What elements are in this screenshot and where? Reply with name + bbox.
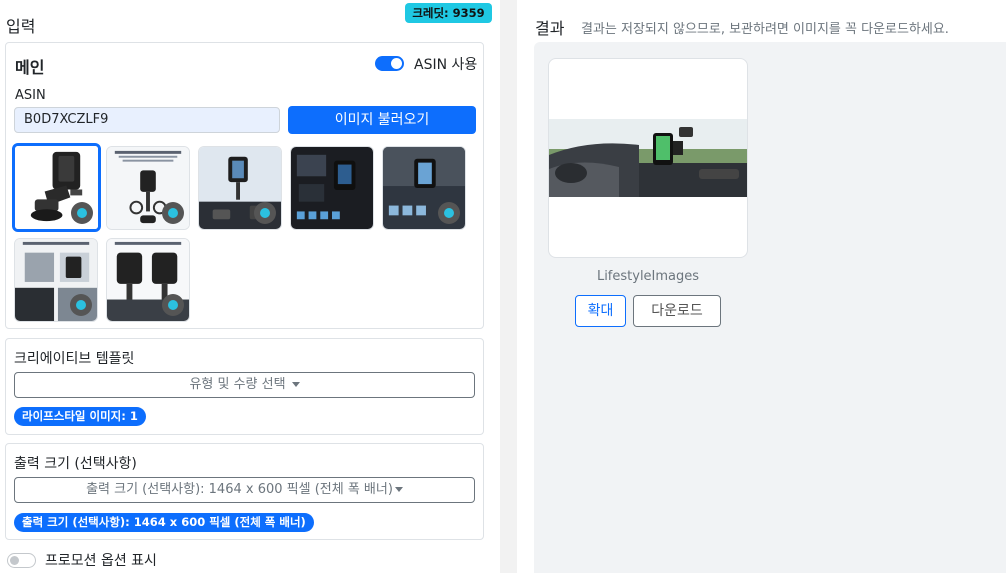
template-dropdown-label: 유형 및 수량 선택 [189, 377, 286, 392]
lifestyle-image-tag[interactable]: 라이프스타일 이미지: 1 [14, 407, 146, 426]
result-subtitle: 결과는 저장되지 않으므로, 보관하려면 이미지를 꼭 다운로드하세요. [581, 22, 949, 37]
promotion-toggle[interactable] [7, 553, 36, 568]
credit-badge: 크레딧: 9359 [405, 3, 492, 23]
main-card: 메인 ASIN 사용 ASIN B0D7XCZLF9 이미지 불러오기 [5, 42, 484, 329]
creative-template-card: 크리에이티브 템플릿 유형 및 수량 선택 라이프스타일 이미지: 1 [5, 338, 484, 435]
output-size-dropdown[interactable]: 출력 크기 (선택사항): 1464 x 600 픽셀 (전체 폭 배너) [14, 477, 475, 503]
thumbnail-product-stability[interactable] [14, 238, 98, 322]
asin-label: ASIN [15, 88, 46, 103]
template-type-dropdown[interactable]: 유형 및 수량 선택 [14, 372, 475, 398]
result-caption: LifestyleImages [596, 269, 700, 284]
zoom-button[interactable]: 확대 [575, 295, 626, 327]
output-size-dropdown-label: 출력 크기 (선택사항): 1464 x 600 픽셀 (전체 폭 배너) [86, 482, 393, 497]
asin-toggle[interactable] [375, 56, 404, 71]
result-title: 결과 [535, 19, 565, 38]
thumbnail-product-main[interactable] [12, 143, 101, 232]
thumbnail-image [291, 147, 373, 229]
output-size-tag[interactable]: 출력 크기 (선택사항): 1464 x 600 픽셀 (전체 폭 배너) [14, 513, 314, 532]
load-images-button[interactable]: 이미지 불러오기 [288, 106, 476, 134]
chevron-down-icon [394, 487, 403, 492]
main-title: 메인 [15, 58, 45, 77]
chevron-down-icon [291, 382, 300, 387]
result-panel: 결과 결과는 저장되지 않으므로, 보관하려면 이미지를 꼭 다운로드하세요. … [517, 0, 1006, 573]
input-title: 입력 [6, 17, 36, 36]
thumbnail-product-rain[interactable] [382, 146, 466, 230]
input-panel: 입력 크레딧: 9359 메인 ASIN 사용 ASIN B0D7XCZLF9 … [0, 0, 500, 573]
promotion-toggle-label: 프로모션 옵션 표시 [45, 553, 157, 569]
asin-toggle-label: ASIN 사용 [414, 57, 478, 73]
select-dot-icon [162, 202, 184, 224]
result-image-card[interactable] [548, 58, 748, 258]
select-dot-icon [70, 294, 92, 316]
result-area: LifestyleImages 확대 다운로드 [534, 42, 1006, 573]
select-dot-icon [162, 294, 184, 316]
output-size-title: 출력 크기 (선택사항) [14, 456, 137, 472]
download-button[interactable]: 다운로드 [633, 295, 721, 327]
select-dot-icon [438, 202, 460, 224]
select-dot-icon [71, 202, 93, 224]
thumbnail-product-dark-interior[interactable] [290, 146, 374, 230]
creative-template-title: 크리에이티브 템플릿 [14, 351, 135, 367]
thumbnail-product-dashboard[interactable] [198, 146, 282, 230]
asin-input[interactable]: B0D7XCZLF9 [14, 107, 280, 133]
thumbnail-product-features[interactable] [106, 146, 190, 230]
select-dot-icon [254, 202, 276, 224]
thumbnail-product-duo[interactable] [106, 238, 190, 322]
result-image [549, 119, 747, 197]
output-size-card: 출력 크기 (선택사항) 출력 크기 (선택사항): 1464 x 600 픽셀… [5, 443, 484, 540]
